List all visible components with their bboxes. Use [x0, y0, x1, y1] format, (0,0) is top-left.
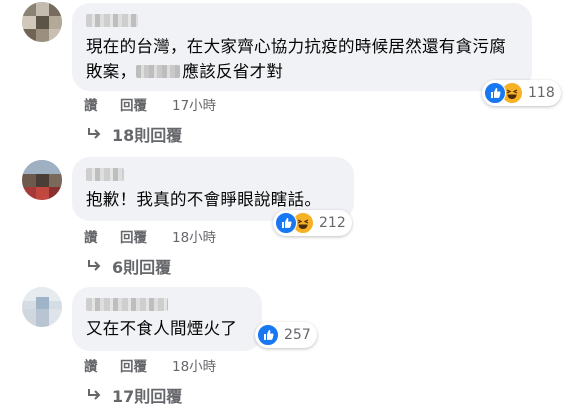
- reaction-count: 257: [284, 327, 311, 343]
- avatar[interactable]: [22, 287, 62, 327]
- like-icon: [275, 212, 297, 234]
- comment-text-part: 應該反省才對: [182, 62, 284, 81]
- avatar[interactable]: [22, 160, 62, 200]
- reaction-count: 118: [528, 85, 555, 101]
- view-replies-button[interactable]: 6則回覆: [86, 254, 171, 278]
- comment-text: 抱歉！我真的不會睜眼說瞎話。: [86, 190, 322, 209]
- replies-label[interactable]: 17則回覆: [112, 387, 182, 406]
- reply-arrow-icon: [86, 387, 102, 406]
- commenter-name[interactable]: [86, 14, 138, 27]
- comment-text-line-2: 敗案， 應該反省才對: [86, 60, 283, 84]
- like-button[interactable]: 讚: [84, 355, 98, 375]
- commenter-name[interactable]: [86, 168, 124, 181]
- comment-bubble: 又在不食人間煙火了: [72, 287, 262, 351]
- view-replies-button[interactable]: 17則回覆: [86, 383, 182, 407]
- reply-button[interactable]: 回覆: [120, 226, 147, 246]
- avatar[interactable]: [22, 2, 62, 42]
- comment-text: 又在不食人間煙火了: [86, 319, 238, 338]
- like-button[interactable]: 讚: [84, 94, 98, 114]
- reaction-count: 212: [319, 215, 346, 231]
- timestamp[interactable]: 18小時: [172, 226, 216, 246]
- like-icon: [257, 324, 279, 346]
- replies-label[interactable]: 18則回覆: [112, 126, 182, 145]
- timestamp[interactable]: 17小時: [172, 94, 216, 114]
- timestamp[interactable]: 18小時: [172, 355, 216, 375]
- reply-arrow-icon: [86, 258, 102, 277]
- reaction-summary[interactable]: 212: [273, 210, 352, 236]
- redacted-text: [136, 65, 181, 78]
- reply-button[interactable]: 回覆: [120, 94, 147, 114]
- comment-text-part: 敗案，: [86, 62, 137, 81]
- reaction-summary[interactable]: 118: [482, 80, 561, 106]
- comment-bubble: 現在的台灣，在大家齊心協力抗疫的時候居然還有貪污腐 敗案， 應該反省才對: [72, 3, 532, 91]
- view-replies-button[interactable]: 18則回覆: [86, 122, 182, 146]
- comment-text-line-1: 現在的台灣，在大家齊心協力抗疫的時候居然還有貪污腐: [86, 37, 506, 56]
- replies-label[interactable]: 6則回覆: [112, 258, 171, 277]
- commenter-name[interactable]: [86, 298, 168, 311]
- like-icon: [484, 82, 506, 104]
- reaction-summary[interactable]: 257: [255, 322, 317, 348]
- reply-button[interactable]: 回覆: [120, 355, 147, 375]
- like-button[interactable]: 讚: [84, 226, 98, 246]
- reply-arrow-icon: [86, 126, 102, 145]
